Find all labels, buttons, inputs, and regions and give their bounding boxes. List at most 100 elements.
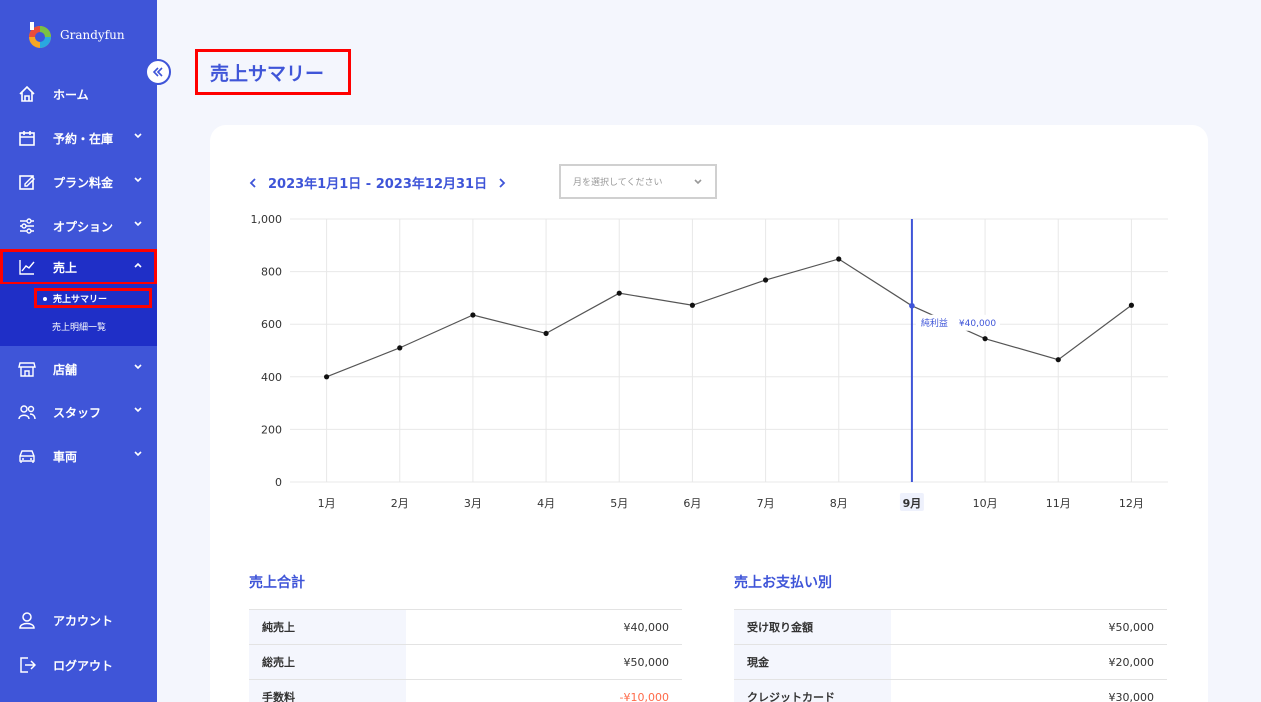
month-select[interactable]: 月を選択してください — [559, 164, 717, 199]
y-tick-label: 800 — [261, 266, 282, 279]
sidebar-item-logout[interactable]: ログアウト — [0, 647, 157, 683]
row-label: 純売上 — [249, 609, 406, 645]
x-tick-label: 2月 — [391, 497, 409, 510]
data-point — [543, 330, 549, 337]
data-point — [616, 290, 622, 296]
chevron-down-icon — [134, 133, 142, 139]
chart-line-icon — [17, 257, 37, 277]
row-label: 受け取り金額 — [734, 609, 891, 645]
sidebar: Grandyfun ホーム 予約・在庫 プラン料金 オプション 売上 売上サマリ… — [0, 0, 157, 702]
sales-total-table: 純売上 ¥40,000 総売上 ¥50,000 手数料 -¥10,000 — [249, 609, 682, 702]
table-row: 総売上 ¥50,000 — [249, 644, 682, 680]
y-tick-label: 600 — [261, 318, 282, 331]
sales-total-title: 売上合計 — [249, 575, 305, 591]
chevron-down-icon — [134, 407, 142, 413]
tooltip-value: ¥40,000 — [959, 319, 996, 329]
x-tick-label: 10月 — [973, 497, 998, 510]
data-point — [1128, 302, 1135, 308]
chevron-left-icon[interactable] — [248, 177, 258, 188]
chevron-down-icon — [134, 364, 142, 370]
chevron-down-icon — [694, 179, 702, 185]
sidebar-item-stores[interactable]: 店舗 — [0, 351, 157, 387]
row-label: 現金 — [734, 644, 891, 680]
table-row: 手数料 -¥10,000 — [249, 679, 682, 702]
sidebar-item-sales[interactable]: 売上 — [0, 249, 157, 285]
row-label: クレジットカード — [734, 679, 891, 702]
payment-breakdown-title: 売上お支払い別 — [734, 575, 832, 591]
logo-icon — [29, 22, 51, 48]
store-icon — [17, 359, 37, 379]
row-label: 総売上 — [249, 644, 406, 680]
row-value: -¥10,000 — [406, 679, 682, 702]
y-tick-label: 1,000 — [251, 213, 283, 226]
row-value: ¥20,000 — [891, 644, 1167, 680]
data-point — [397, 345, 403, 351]
users-icon — [17, 402, 37, 422]
chevron-right-icon[interactable] — [497, 177, 507, 188]
date-range-nav: 2023年1月1日 - 2023年12月31日 — [248, 173, 507, 192]
brand-logo[interactable]: Grandyfun — [24, 20, 125, 50]
data-point — [762, 277, 769, 283]
sidebar-collapse-button[interactable] — [145, 59, 171, 85]
x-tick-label: 9月 — [903, 497, 922, 510]
sidebar-item-label: 店舗 — [53, 362, 78, 377]
chevron-down-icon — [134, 177, 142, 183]
row-value: ¥50,000 — [891, 609, 1167, 645]
tooltip-label: 純利益 — [921, 317, 948, 329]
sidebar-item-label: 売上 — [53, 260, 78, 275]
sidebar-item-account[interactable]: アカウント — [0, 602, 157, 638]
brand-name: Grandyfun — [60, 28, 125, 42]
bullet-icon — [43, 297, 47, 301]
sidebar-item-home[interactable]: ホーム — [0, 76, 157, 112]
x-tick-label: 7月 — [757, 497, 775, 510]
data-point — [323, 374, 330, 380]
sidebar-item-vehicles[interactable]: 車両 — [0, 438, 157, 474]
y-tick-label: 400 — [261, 371, 282, 384]
sidebar-item-options[interactable]: オプション — [0, 208, 157, 244]
sidebar-item-staff[interactable]: スタッフ — [0, 394, 157, 430]
sidebar-item-label: スタッフ — [53, 405, 102, 420]
x-tick-label: 8月 — [830, 497, 848, 510]
sidebar-item-label: アカウント — [53, 613, 114, 628]
data-point — [470, 312, 476, 318]
page-title: 売上サマリー — [195, 49, 351, 95]
row-value: ¥40,000 — [406, 609, 682, 645]
double-chevron-left-icon — [152, 67, 163, 77]
data-point — [1055, 357, 1061, 363]
chevron-down-icon — [134, 451, 142, 457]
x-tick-label: 5月 — [610, 497, 628, 510]
date-range-label: 2023年1月1日 - 2023年12月31日 — [268, 177, 488, 192]
edit-icon — [17, 172, 37, 192]
sidebar-item-label: プラン料金 — [53, 175, 114, 190]
sliders-icon — [17, 216, 37, 236]
submenu-item-label: 売上明細一覧 — [52, 322, 107, 333]
sales-line-chart[interactable]: 0 200 400 600 800 1,000 1月 2月 3月 4月 5月 6月 7月 8月 9月 10月 1… — [240, 205, 1175, 520]
sidebar-item-label: ログアウト — [53, 658, 114, 673]
sidebar-item-label: 車両 — [53, 449, 78, 464]
sidebar-item-label: ホーム — [53, 87, 89, 102]
x-tick-label: 3月 — [464, 497, 482, 510]
home-icon — [17, 84, 37, 104]
x-tick-label: 6月 — [683, 497, 701, 510]
y-tick-label: 200 — [261, 423, 282, 436]
month-select-placeholder: 月を選択してください — [573, 178, 663, 188]
row-label: 手数料 — [249, 679, 406, 702]
data-point — [909, 302, 915, 309]
sales-submenu: 売上サマリー 売上明細一覧 — [0, 284, 157, 346]
submenu-item-sales-summary[interactable]: 売上サマリー — [34, 288, 152, 308]
data-point — [689, 302, 696, 308]
row-value: ¥50,000 — [406, 644, 682, 680]
user-icon — [17, 610, 37, 630]
submenu-item-sales-details[interactable]: 売上明細一覧 — [36, 316, 106, 336]
data-point — [836, 256, 842, 262]
row-value: ¥30,000 — [891, 679, 1167, 702]
sidebar-item-reservations[interactable]: 予約・在庫 — [0, 120, 157, 156]
payment-breakdown-table: 受け取り金額 ¥50,000 現金 ¥20,000 クレジットカード ¥30,0… — [734, 609, 1167, 702]
table-row: 受け取り金額 ¥50,000 — [734, 609, 1167, 645]
chevron-down-icon — [134, 221, 142, 227]
sidebar-item-label: オプション — [53, 219, 114, 234]
sidebar-item-plan-pricing[interactable]: プラン料金 — [0, 164, 157, 200]
y-tick-label: 0 — [275, 476, 282, 489]
x-tick-label: 11月 — [1046, 497, 1071, 510]
table-row: 現金 ¥20,000 — [734, 644, 1167, 680]
